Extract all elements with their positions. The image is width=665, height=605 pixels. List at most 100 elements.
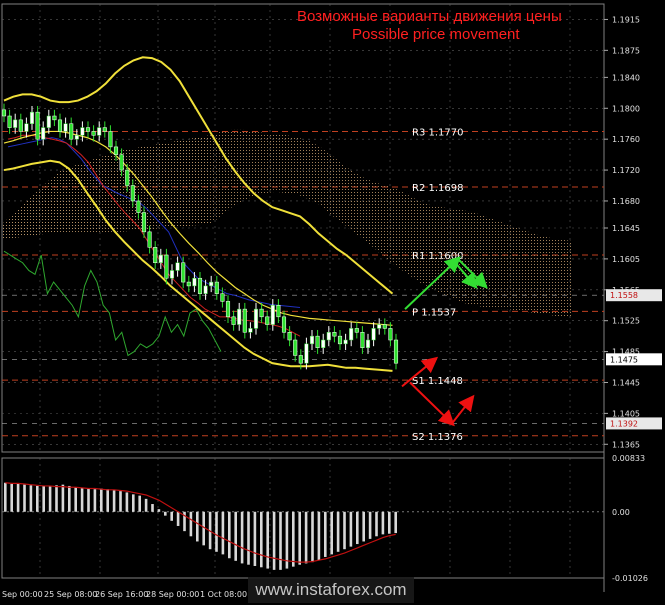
time-tick-label: 28 Sep 00:00 (146, 590, 199, 599)
osc-bar (272, 511, 276, 570)
osc-bar (157, 509, 161, 512)
osc-bar (164, 511, 167, 516)
osc-bar (125, 492, 129, 512)
osc-bar (388, 511, 391, 534)
watermark: www.instaforex.com (248, 577, 414, 603)
candle-body (365, 339, 371, 348)
price-marker-label: 1.1392 (610, 419, 638, 428)
candle-body (220, 293, 225, 302)
osc-bar (4, 482, 7, 512)
candle-body (214, 281, 219, 294)
osc-bar (29, 485, 33, 512)
candle-body (209, 281, 214, 287)
osc-bar (16, 483, 20, 512)
candle-body (136, 200, 141, 213)
candle-body (119, 154, 124, 171)
candle-body (377, 324, 382, 329)
osc-bar (144, 498, 148, 512)
candle-body (293, 339, 298, 356)
candle-body (46, 115, 51, 128)
candle-body (125, 169, 130, 186)
candle-body (265, 316, 270, 325)
osc-bar (311, 511, 314, 563)
osc-bar (119, 491, 122, 512)
osc-bar (10, 484, 13, 512)
candle-body (41, 127, 46, 140)
time-tick-label: Sep 00:00 (2, 590, 43, 599)
candle-body (360, 332, 365, 348)
candle-body (393, 339, 399, 364)
candle-body (231, 316, 236, 325)
candle-body (326, 332, 331, 341)
osc-bar (61, 484, 65, 512)
candle-body (315, 335, 320, 348)
candle-body (349, 328, 354, 341)
osc-bar (23, 484, 26, 512)
candle-body (18, 119, 23, 132)
osc-bar (93, 489, 97, 512)
price-tick-label: 1.1680 (612, 197, 640, 206)
price-tick-label: 1.1645 (612, 224, 640, 233)
price-marker-label: 1.1475 (610, 355, 638, 364)
candle-body (343, 339, 348, 345)
osc-bar (100, 488, 103, 512)
candle-body (237, 308, 242, 325)
osc-bar (260, 511, 263, 568)
osc-tick-label: 0.00833 (612, 454, 645, 463)
candle-body (281, 316, 287, 333)
candle-body (141, 212, 147, 233)
price-tick-label: 1.1405 (612, 409, 640, 418)
price-tick-label: 1.1605 (612, 255, 640, 264)
candle-body (248, 328, 253, 333)
candle-body (276, 304, 281, 318)
price-tick-label: 1.1840 (612, 73, 640, 82)
osc-bar (36, 485, 39, 512)
osc-bar (330, 511, 333, 555)
osc-bar (317, 511, 321, 561)
candle-body (63, 123, 68, 132)
chart-title-en: Possible price movement (352, 26, 520, 43)
candle-body (371, 328, 376, 341)
level-label-p: P 1.1537 (412, 307, 456, 318)
candle-body (332, 332, 337, 337)
price-tick-label: 1.1525 (612, 317, 640, 326)
level-label-r2: R2 1.1698 (412, 183, 463, 194)
osc-bar (349, 511, 353, 547)
candle-body (181, 262, 186, 283)
candle-body (192, 277, 197, 287)
osc-bar (247, 511, 250, 565)
osc-bar (80, 487, 84, 512)
osc-bar (266, 511, 269, 569)
forecast-arrow (409, 381, 455, 427)
osc-bar (215, 511, 218, 552)
osc-bar (240, 511, 244, 564)
oscillator-panel-frame (1, 457, 605, 579)
candle-body (13, 119, 18, 128)
price-tick-label: 1.1365 (612, 440, 640, 449)
price-tick-label: 1.1800 (612, 104, 640, 113)
candle-body (388, 328, 393, 341)
candle-body (242, 308, 247, 333)
candle-body (130, 185, 135, 202)
osc-bar (381, 511, 385, 535)
price-tick-label: 1.1915 (612, 15, 640, 24)
candle-body (225, 301, 231, 318)
candle-body (97, 127, 102, 136)
candle-body (91, 131, 96, 136)
candle-body (158, 254, 163, 264)
osc-bar (368, 511, 372, 539)
candle-body (153, 247, 158, 264)
candle-body (382, 324, 387, 329)
candle-body (186, 281, 191, 287)
price-tick-label: 1.1760 (612, 135, 640, 144)
kumo-cloud (210, 129, 573, 319)
candle-body (52, 115, 57, 121)
osc-bar (279, 511, 282, 570)
osc-bar (176, 511, 180, 526)
osc-bar (112, 490, 116, 512)
candle-body (85, 127, 91, 132)
price-chart: 1.1915 1.1875 1.1840 1.1800 1.1760 1.1720 1.16… (1, 3, 662, 599)
osc-bar (304, 511, 308, 564)
osc-tick-label: -0.01026 (612, 574, 648, 583)
osc-bar (375, 511, 378, 537)
